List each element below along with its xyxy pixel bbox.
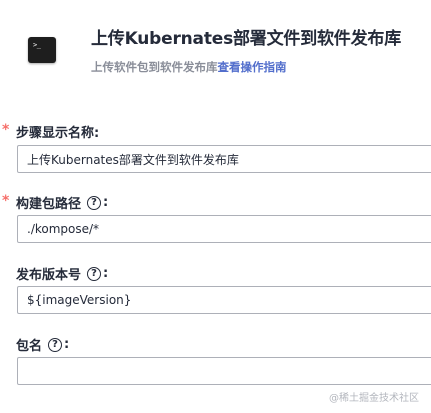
help-icon[interactable]: ? (87, 195, 102, 210)
subtitle-text: 上传软件包到软件发布库 (91, 60, 218, 74)
label-colon: : (103, 266, 109, 281)
operation-guide-link[interactable]: 查看操作指南 (218, 60, 287, 74)
release-version-label: 发布版本号 ? : (16, 264, 108, 283)
label-colon: : (64, 337, 70, 352)
step-name-label: 步骤显示名称: (16, 122, 99, 141)
package-path-label: 构建包路径 ? : (16, 193, 108, 212)
plugin-title: 上传Kubernates部署文件到软件发布库 (91, 29, 402, 49)
required-mark: * (2, 193, 10, 209)
watermark: @稀土掘金技术社区 (329, 393, 419, 404)
required-mark: * (2, 122, 10, 138)
package-path-label-text: 构建包路径 (16, 197, 82, 212)
step-name-label-text: 步骤显示名称: (16, 126, 100, 141)
package-path-input[interactable]: ./kompose/* (17, 215, 431, 243)
label-colon: : (103, 195, 109, 210)
plugin-subtitle: 上传软件包到软件发布库查看操作指南 (91, 59, 287, 75)
help-icon[interactable]: ? (87, 266, 102, 281)
plugin-header: >_ 上传Kubernates部署文件到软件发布库 上传软件包到软件发布库查看操… (0, 0, 431, 100)
package-name-label: 包名 ? : (16, 335, 69, 354)
terminal-icon: >_ (28, 37, 56, 63)
help-icon[interactable]: ? (48, 337, 63, 352)
release-version-label-text: 发布版本号 (16, 268, 82, 283)
step-name-input[interactable]: 上传Kubernates部署文件到软件发布库 (17, 145, 431, 173)
release-version-input[interactable]: ${imageVersion} (17, 286, 431, 314)
package-name-input[interactable] (17, 357, 431, 385)
package-name-label-text: 包名 (16, 339, 43, 354)
terminal-prompt: >_ (33, 41, 41, 49)
